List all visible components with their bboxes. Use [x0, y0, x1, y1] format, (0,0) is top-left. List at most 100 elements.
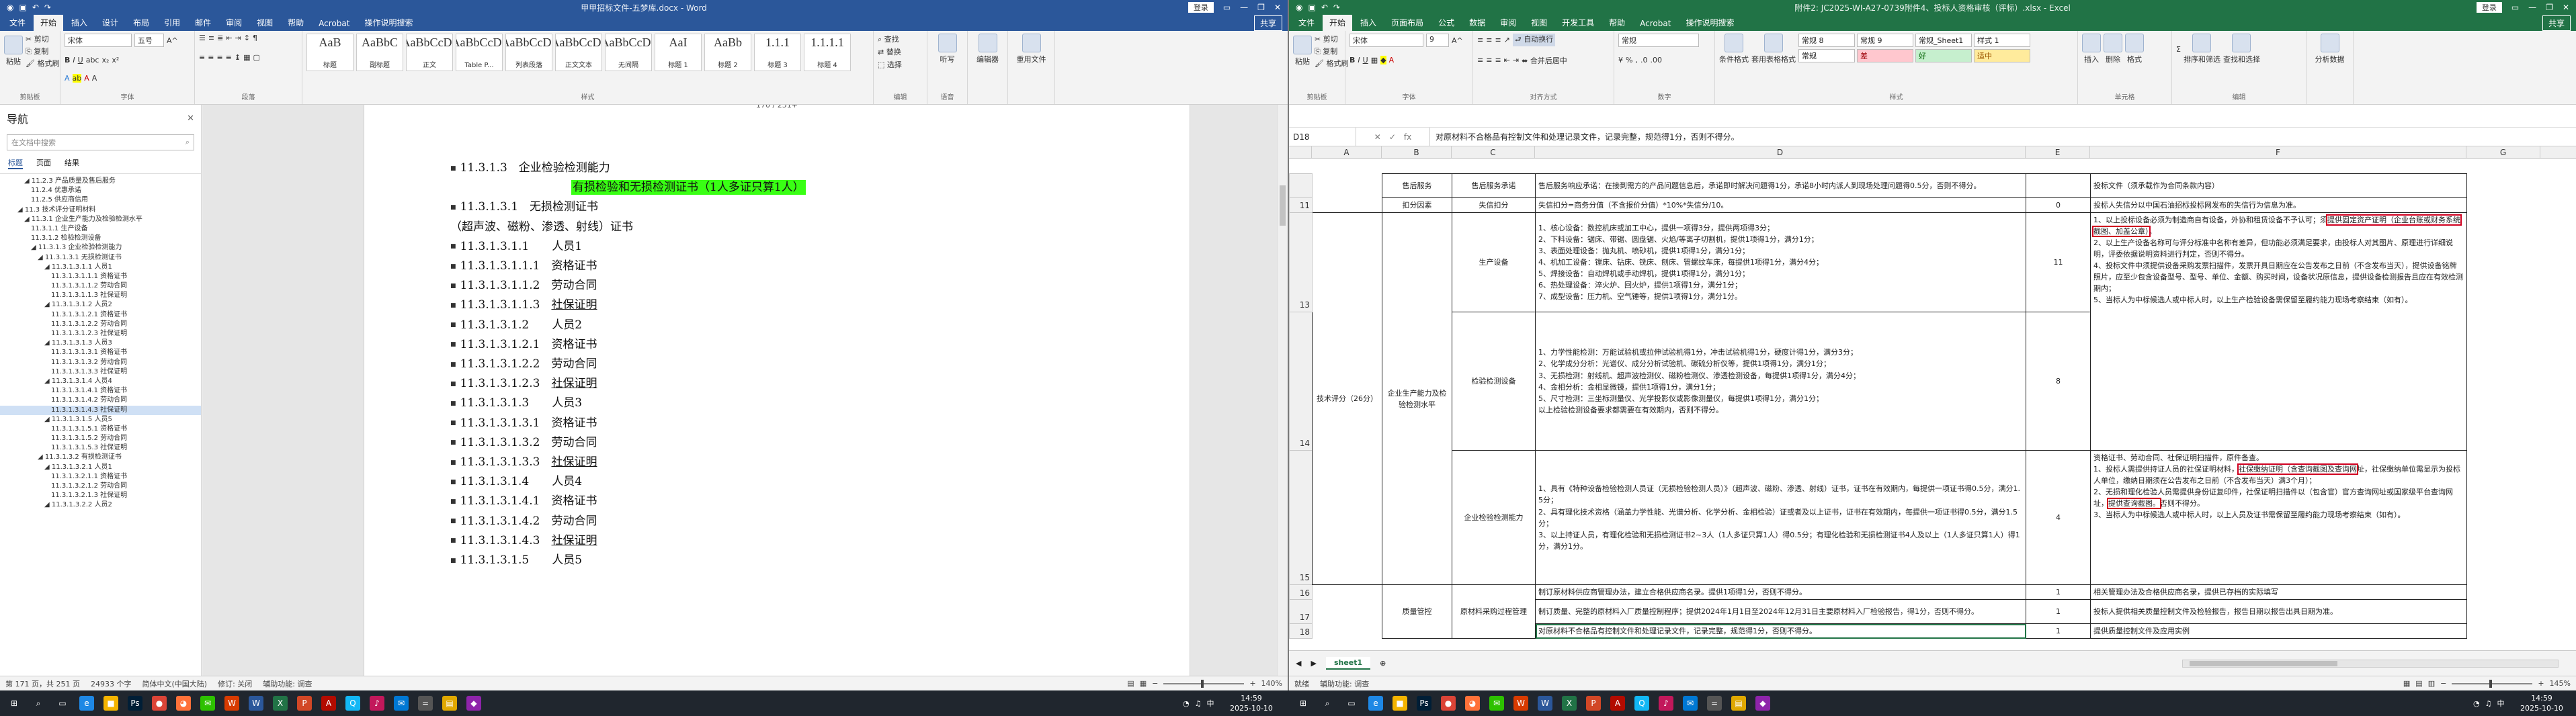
bold-button[interactable]: B	[65, 56, 70, 64]
zoom-in-icon[interactable]: +	[2538, 679, 2544, 688]
autosum-icon[interactable]: Σ	[2176, 45, 2181, 54]
nav-item[interactable]: 11.2.4 优惠承诺	[0, 186, 201, 195]
doc-paragraph[interactable]: ■ 11.3.1.3.1.3 人员3	[450, 393, 582, 410]
conditional-format-button[interactable]: 条件格式	[1719, 34, 1749, 64]
page-layout-icon[interactable]: ▤	[2415, 679, 2422, 688]
decrease-indent-icon[interactable]: ⇤	[226, 34, 232, 42]
save-icon[interactable]: ▣	[19, 3, 26, 12]
paste-button[interactable]: 粘贴	[1293, 36, 1312, 66]
font-name-dropdown[interactable]: 宋体	[1349, 34, 1423, 47]
font-color-icon[interactable]: A	[1389, 56, 1395, 64]
clock-left[interactable]: 14:59 2025-10-10	[1230, 693, 1273, 713]
nav-item[interactable]: ◢ 11.3.1.3.2.1 人员1	[0, 463, 201, 472]
nav-tab-2[interactable]: 结果	[65, 157, 79, 169]
nav-item[interactable]: 11.3.1.3.1.5.3 社保证明	[0, 443, 201, 453]
music-icon[interactable]: ♪	[370, 696, 384, 711]
underline-button[interactable]: U	[78, 56, 83, 64]
firefox-icon[interactable]: ◕	[1465, 696, 1480, 711]
doc-paragraph[interactable]: ■ 11.3.1.3.1.5 人员5	[450, 550, 582, 567]
delete-cells-button[interactable]: 删除	[2104, 34, 2122, 64]
cell[interactable]: 投标人失信分以中国石油招标投标网发布的失信行为信息为准。	[2090, 197, 2467, 214]
nav-item[interactable]: ◢ 11.2.3 产品质量及售后服务	[0, 177, 201, 186]
bullets-icon[interactable]: ☰	[199, 34, 206, 42]
italic-button[interactable]: I	[1358, 56, 1360, 64]
tab-0[interactable]: 文件	[3, 14, 32, 31]
align-center-icon[interactable]: ≡	[1486, 56, 1492, 64]
line-spacing-icon[interactable]: ↨	[235, 53, 241, 62]
cell[interactable]: 1	[2026, 623, 2091, 639]
style-6[interactable]: AaBbCcDc 无间隔	[605, 34, 652, 71]
undo-icon[interactable]: ↶	[32, 3, 39, 12]
cell-style-4[interactable]: 常规	[1798, 49, 1855, 62]
dictate-button[interactable]: 听写	[931, 34, 963, 64]
cell-equipment-notes[interactable]: 1、以上投标设备必须为制造商自有设备，外协和租赁设备不予认可；须提供固定资产证明…	[2090, 212, 2467, 451]
cell-selected[interactable]: 对原材料不合格品有控制文件和处理记录文件，记录完整，规范得1分，否则不得分。	[1535, 623, 2026, 639]
replace-button[interactable]: ⇄ 替换	[878, 46, 923, 57]
ribbon-options-icon[interactable]: ▭	[1223, 3, 1231, 12]
qq-icon[interactable]: Q	[1634, 696, 1649, 711]
cell[interactable]: 0	[2026, 197, 2091, 214]
doc-paragraph[interactable]: ■ 11.3.1.3.1.2 人员2	[450, 315, 582, 332]
accessibility[interactable]: 辅助功能: 调查	[263, 678, 312, 689]
highlight-icon[interactable]: ab	[72, 73, 82, 83]
cell[interactable]: 投标文件（须承载作为合同条款内容）	[2090, 173, 2467, 198]
nav-item[interactable]: 11.3.1.3.1.4.3 社保证明	[0, 405, 201, 415]
nav-item[interactable]: ◢ 11.3.1.3.1 无损检测证书	[0, 253, 201, 263]
tab-3[interactable]: 页面布局	[1384, 14, 1430, 31]
nav-item[interactable]: 11.3.1.3.1.4.1 资格证书	[0, 386, 201, 396]
cell[interactable]: 失信扣分=商务分值（不含报价分值）*10%*失信分/10。	[1535, 197, 2026, 214]
sort-icon[interactable]: ↕	[244, 34, 250, 42]
shading-icon[interactable]: ▦	[243, 53, 250, 62]
row-header[interactable]: 13	[1289, 212, 1313, 313]
nav-item[interactable]: 11.2.5 供应商信用	[0, 195, 201, 205]
cell[interactable]: 1、力学性能检测：万能试验机或拉伸试验机得1分，冲击试验机得1分，硬度计得1分，…	[1535, 312, 2026, 451]
nav-item[interactable]: 11.3.1.3.1.3.3 社保证明	[0, 367, 201, 377]
wrap-text-button[interactable]: ⮐ 自动换行	[1512, 34, 1556, 46]
nav-search-input[interactable]: 在文档中搜索 ⌕	[7, 134, 194, 150]
tab-2[interactable]: 插入	[65, 14, 94, 31]
vertical-scrollbar[interactable]	[1277, 105, 1288, 676]
start-icon[interactable]: ⊞	[1296, 696, 1311, 711]
wifi-icon[interactable]: ◔	[2473, 699, 2480, 708]
strike-button[interactable]: abc	[86, 56, 99, 64]
tab-3[interactable]: 设计	[95, 14, 125, 31]
nav-tab-0[interactable]: 标题	[8, 157, 23, 169]
column-header[interactable]: D	[1535, 146, 2026, 158]
grow-font-icon[interactable]: A^	[1452, 36, 1463, 45]
folder-icon[interactable]: ▤	[442, 696, 457, 711]
folder-icon[interactable]: ▤	[1731, 696, 1746, 711]
clock-right[interactable]: 14:59 2025-10-10	[2520, 693, 2563, 713]
currency-icon[interactable]: ¥	[1618, 56, 1623, 64]
cut-button[interactable]: ✂ 剪切	[1315, 34, 1348, 44]
cell[interactable]: 1	[2026, 599, 2091, 625]
increase-indent-icon[interactable]: ⇥	[235, 34, 241, 42]
decrease-indent-icon[interactable]: ⇤	[1504, 56, 1510, 64]
cell[interactable]: 质量管控	[1382, 584, 1452, 639]
edge-icon[interactable]: e	[79, 696, 94, 711]
nav-item[interactable]: 11.3.1.3.1.4.2 劳动合同	[0, 396, 201, 405]
calc-icon[interactable]: =	[418, 696, 433, 711]
style-1[interactable]: AaBbC 副标题	[356, 34, 403, 71]
style-8[interactable]: AaBb 标题 2	[704, 34, 751, 71]
task-view-icon[interactable]: ▭	[1344, 696, 1359, 711]
cell-certificate-notes[interactable]: 资格证书、劳动合同、社保证明扫描件，原件备查。 1、投标人需提供持证人员的社保证…	[2090, 450, 2467, 586]
cell[interactable]: 8	[2026, 312, 2091, 451]
edge-icon[interactable]: e	[1368, 696, 1383, 711]
tab-7[interactable]: 视图	[1524, 14, 1554, 31]
word-count[interactable]: 24933 个字	[91, 678, 132, 689]
cell[interactable]: 制订原材料供应商管理办法，建立合格供应商名录。提供1项得1分，否则不得分。	[1535, 584, 2026, 600]
nav-item[interactable]: 11.3.1.3.1.3.2 劳动合同	[0, 358, 201, 367]
font-size-dropdown[interactable]: 9	[1426, 34, 1449, 47]
zoom-out-icon[interactable]: −	[1152, 679, 1158, 688]
tab-5[interactable]: 引用	[157, 14, 187, 31]
next-sheet-icon[interactable]: ▶	[1311, 659, 1316, 668]
font-size-dropdown[interactable]: 五号	[134, 34, 164, 47]
ime-indicator[interactable]: 中	[1206, 698, 1214, 709]
login-button[interactable]: 登录	[1188, 2, 1214, 13]
word-icon[interactable]: W	[249, 696, 263, 711]
italic-button[interactable]: I	[73, 56, 75, 64]
nav-item[interactable]: 11.3.1.3.1.1.1 资格证书	[0, 272, 201, 281]
login-button[interactable]: 登录	[2476, 2, 2502, 13]
style-2[interactable]: AaBbCcDc 正文	[406, 34, 453, 71]
style-9[interactable]: 1.1.1 标题 3	[754, 34, 801, 71]
